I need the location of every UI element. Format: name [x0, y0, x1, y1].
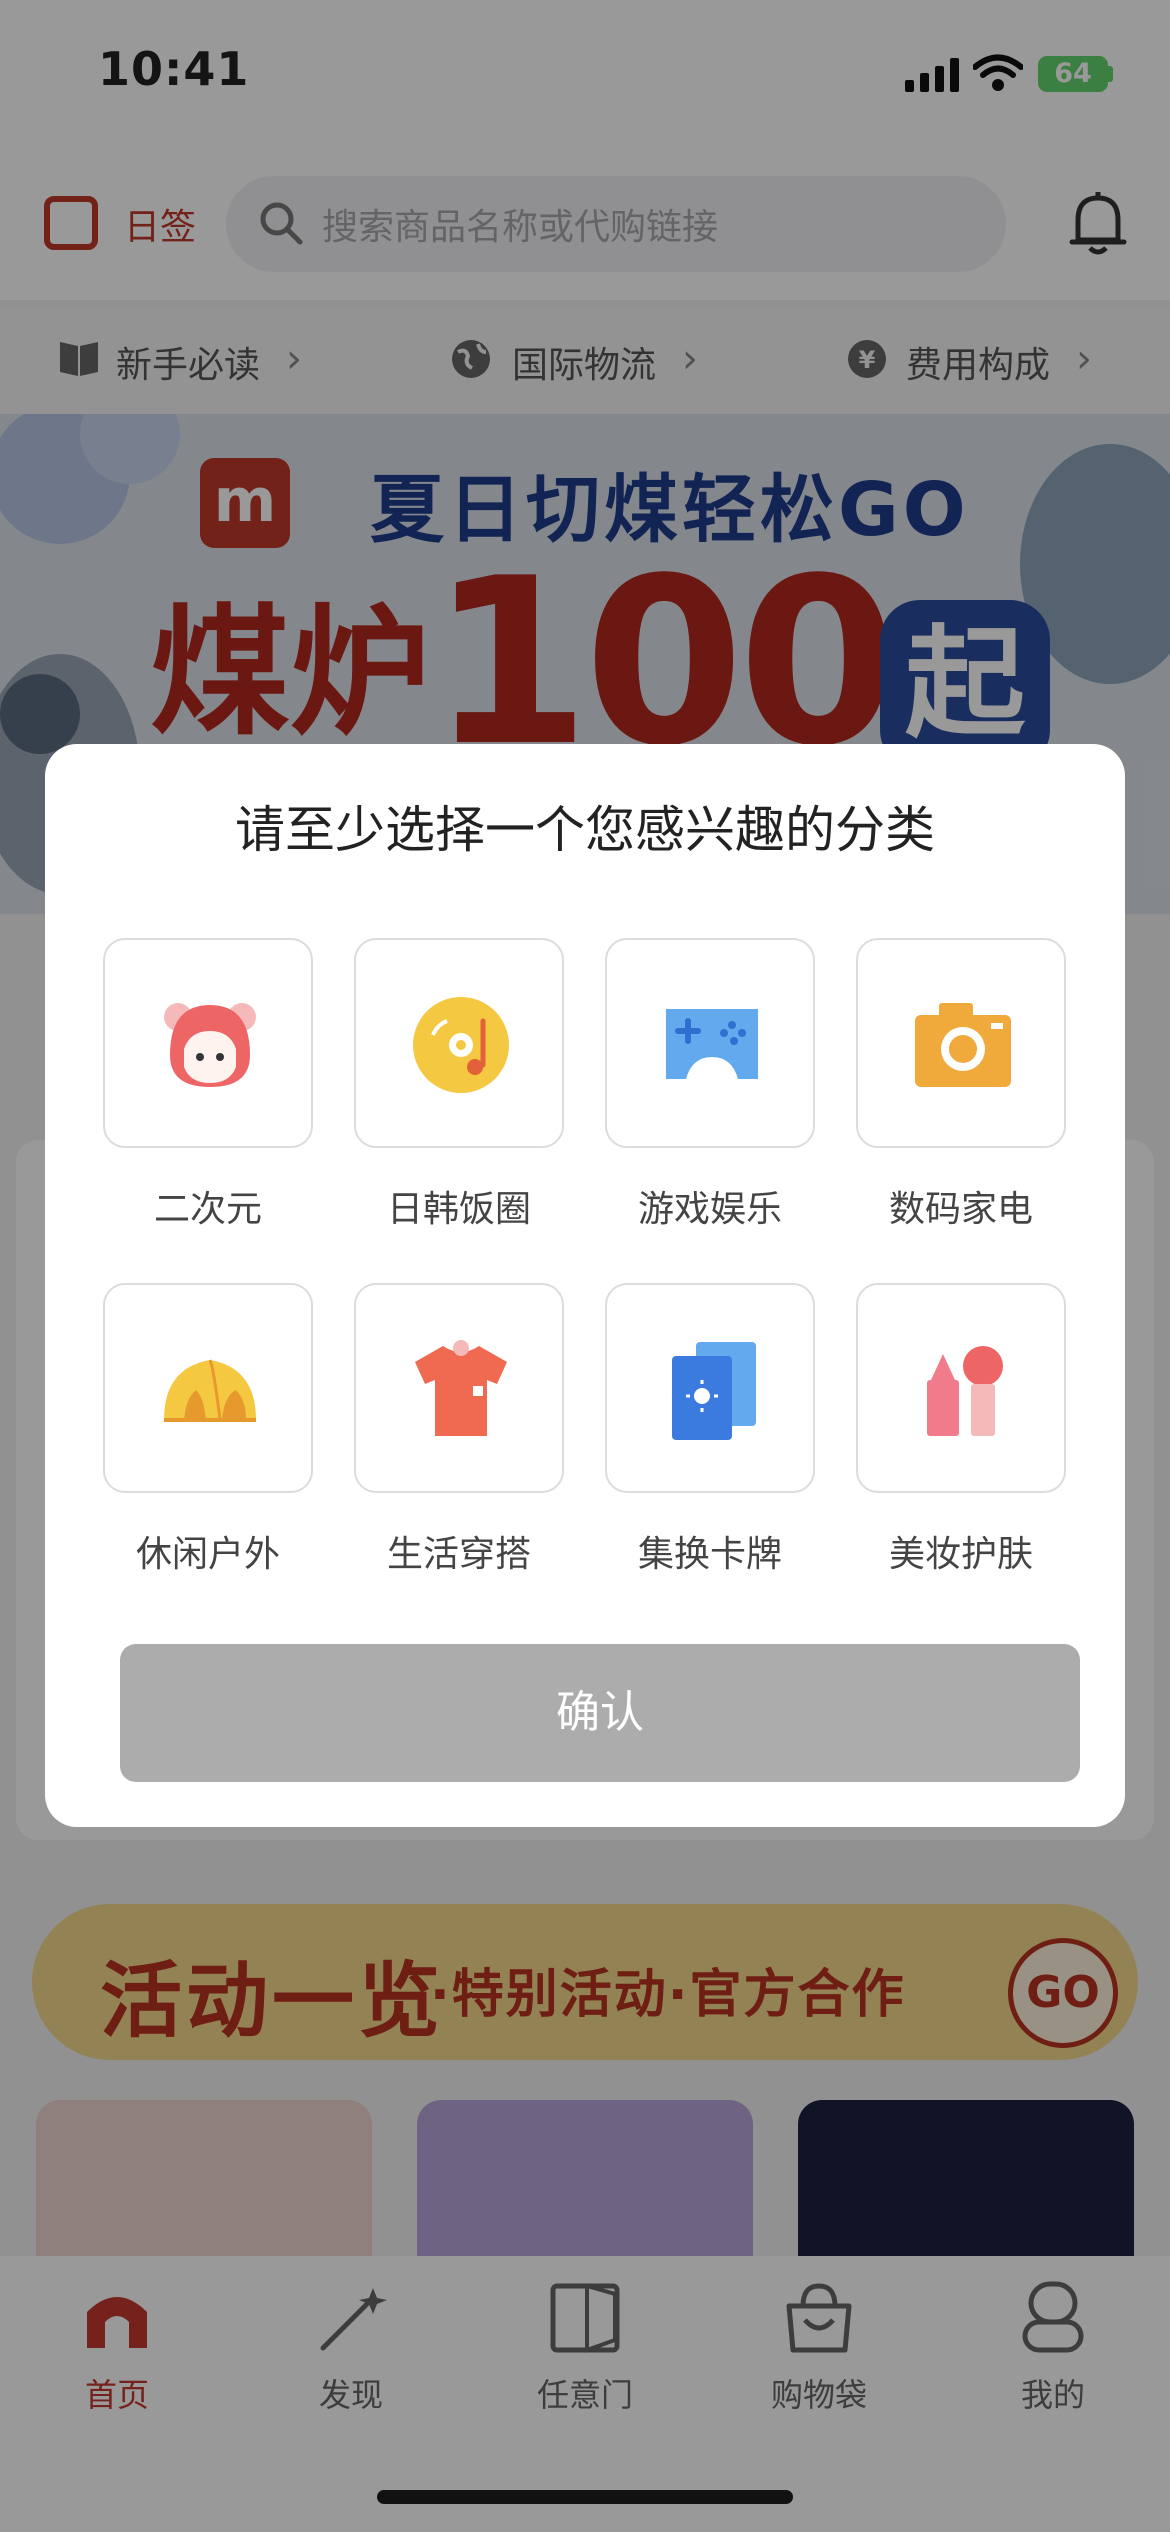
- cosmetics-icon: [927, 1346, 1003, 1436]
- home-indicator: [377, 2490, 793, 2504]
- category-electronics[interactable]: [856, 938, 1066, 1148]
- category-label: 生活穿搭: [386, 1534, 531, 1575]
- trading-cards-icon: [672, 1342, 756, 1440]
- modal-title: 请至少选择一个您感兴趣的分类: [235, 801, 935, 859]
- tent-icon: [164, 1359, 256, 1422]
- confirm-button[interactable]: 确认: [120, 1644, 1080, 1782]
- music-disc-icon: [413, 997, 509, 1093]
- anime-girl-icon: [164, 1003, 256, 1087]
- camera-icon: [915, 1003, 1011, 1087]
- category-label: 休闲户外: [135, 1534, 280, 1575]
- category-games[interactable]: [605, 938, 815, 1148]
- category-label: 日韩饭圈: [386, 1189, 531, 1230]
- tshirt-icon: [415, 1340, 507, 1436]
- category-kpop-jpop[interactable]: [354, 938, 564, 1148]
- category-fashion[interactable]: [354, 1283, 564, 1493]
- category-beauty[interactable]: [856, 1283, 1066, 1493]
- category-outdoor[interactable]: [103, 1283, 313, 1493]
- category-label: 游戏娱乐: [637, 1189, 782, 1230]
- category-trading-cards[interactable]: [605, 1283, 815, 1493]
- gamepad-icon: [666, 1009, 758, 1079]
- category-anime[interactable]: [103, 938, 313, 1148]
- category-label: 集换卡牌: [637, 1534, 782, 1575]
- category-label: 二次元: [153, 1189, 262, 1230]
- category-label: 美妆护肤: [888, 1534, 1033, 1575]
- category-label: 数码家电: [888, 1189, 1033, 1230]
